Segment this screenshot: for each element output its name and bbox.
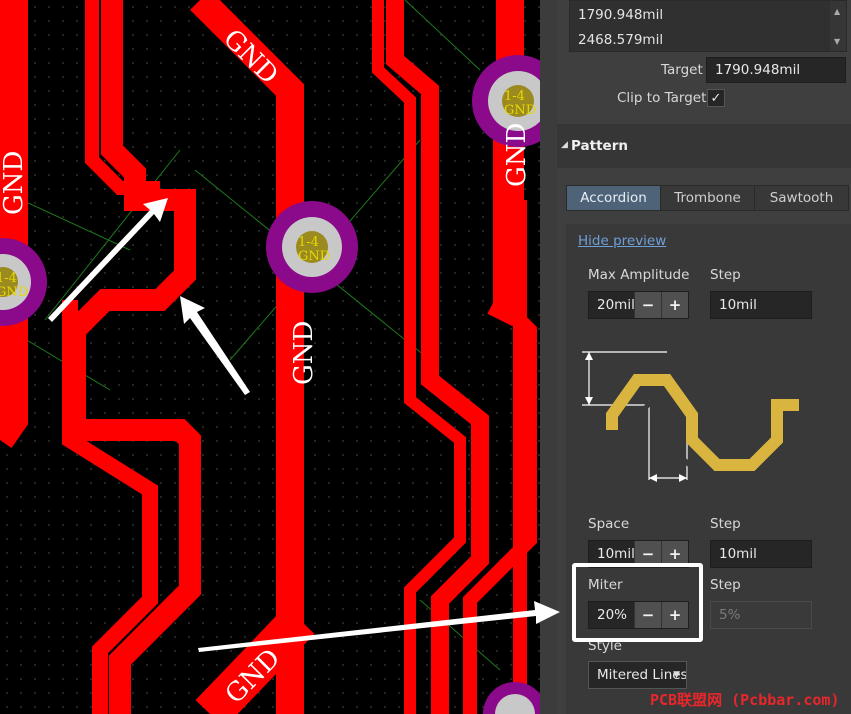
watermark: PCB联盟网 (Pcbbar.com) [650, 691, 840, 709]
arrow-annotation [180, 296, 250, 395]
annotation-arrows [48, 198, 560, 652]
arrow-annotation [48, 198, 168, 322]
arrow-annotation [198, 601, 560, 652]
